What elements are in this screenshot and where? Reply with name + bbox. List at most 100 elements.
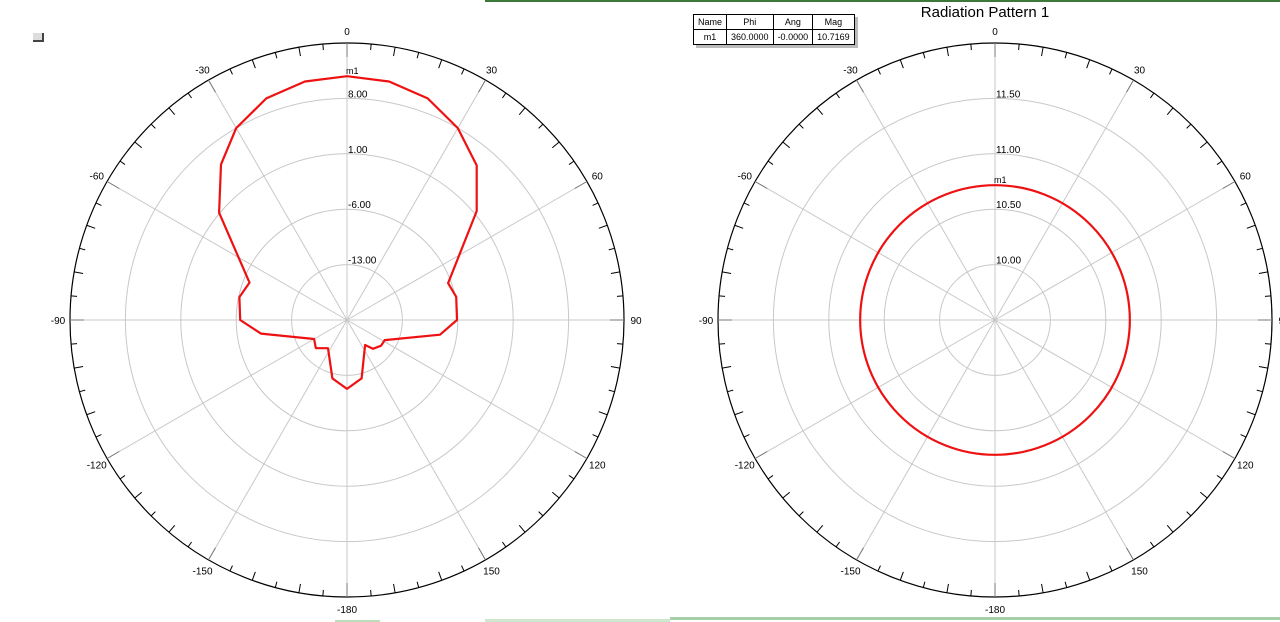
axis-tick [119,160,126,165]
axis-tick [502,92,507,99]
axis-tick [134,491,143,499]
angle-label: 150 [483,566,500,577]
axis-tick [970,589,972,596]
axis-tick [74,366,84,369]
grid-spoke [856,79,996,321]
header-phi: Phi [726,14,774,30]
axis-tick [134,141,143,149]
axis-tick [478,79,486,93]
angle-label: 150 [1131,566,1148,577]
axis-tick [106,451,120,459]
axis-tick [754,181,768,189]
axis-tick [251,59,256,69]
axis-tick [208,79,216,93]
ring-label: 10.50 [996,200,1021,211]
axis-tick [518,524,526,533]
angle-label: -120 [87,461,107,472]
axis-tick [782,491,791,499]
axis-tick [1264,343,1271,345]
axis-tick [416,52,420,59]
axis-tick [719,295,726,297]
axis-tick [79,247,86,251]
axis-tick [608,247,615,251]
angle-label: -180 [985,605,1005,616]
axis-tick [86,411,96,416]
axis-tick [298,47,301,57]
angle-label: -180 [337,605,357,616]
axis-tick [298,583,301,593]
angle-label: -150 [192,566,212,577]
axis-tick [719,343,726,345]
angle-label: -120 [735,461,755,472]
axis-tick [1109,68,1113,75]
axis-tick [877,565,881,572]
pattern-trace [218,75,478,390]
grid-spoke [754,319,996,459]
axis-tick [1018,44,1020,51]
axis-tick [598,224,608,229]
axis-tick [574,451,588,459]
marker-name: m1 [692,29,728,45]
axis-tick [370,44,372,51]
axis-tick [119,475,126,480]
axis-tick [727,389,734,393]
ring-label: 11.00 [996,145,1021,156]
axis-tick [754,451,768,459]
axis-tick [1186,511,1192,517]
axis-tick [835,541,840,548]
axis-tick [1199,141,1208,149]
axis-tick [1258,271,1268,274]
angle-label: 60 [592,172,604,183]
axis-tick [1086,571,1091,581]
marker-table-header: Name Phi Ang Mag [692,14,855,30]
grid-spoke [106,319,348,459]
polar-plots: 0 30 60 90 120 150 -180 -150 -120 -90 -60 -30 -13.00… [51,27,1280,616]
angle-label: -30 [843,66,858,77]
axis-tick [1018,589,1020,596]
axis-tick [592,202,599,206]
axis-tick [856,79,864,93]
grid-spoke [208,79,348,321]
axis-tick [798,123,804,129]
ring-label: -13.00 [348,256,377,267]
axis-tick [551,491,560,499]
ring-label: 10.00 [996,256,1021,267]
angle-label: 60 [1240,172,1252,183]
axis-tick [922,581,926,588]
chart-title: Radiation Pattern 1 [920,4,1050,21]
axis-tick [722,271,732,274]
axis-tick [538,123,544,129]
axis-tick [1086,59,1091,69]
axis-tick [727,247,734,251]
grid-spoke [346,319,486,561]
axis-tick [551,141,560,149]
axis-tick [86,224,96,229]
axis-tick [1264,295,1271,297]
axis-tick [1126,547,1134,561]
axis-tick [816,107,824,116]
axis-tick [1109,565,1113,572]
axis-tick [782,141,791,149]
angle-label: -60 [737,172,752,183]
axis-tick [1064,52,1068,59]
marker-ang: -0.0000 [772,29,814,45]
axis-tick [899,571,904,581]
grid-spoke [994,319,1134,561]
axis-tick [610,271,620,274]
axis-tick [208,547,216,561]
axis-tick [922,52,926,59]
axis-tick [95,202,102,206]
axis-tick [187,92,192,99]
axis-tick [1240,434,1247,438]
axis-tick [734,411,744,416]
axis-tick [251,571,256,581]
axis-tick [168,524,176,533]
axis-tick [1186,123,1192,129]
axis-tick [1199,491,1208,499]
axis-tick [946,583,949,593]
angle-label: 30 [486,66,498,77]
axis-tick [416,581,420,588]
angle-label: -90 [51,316,66,327]
marker-row[interactable]: m1 360.0000 -0.0000 10.7169 [692,29,855,45]
ring-label: 1.00 [348,145,368,156]
